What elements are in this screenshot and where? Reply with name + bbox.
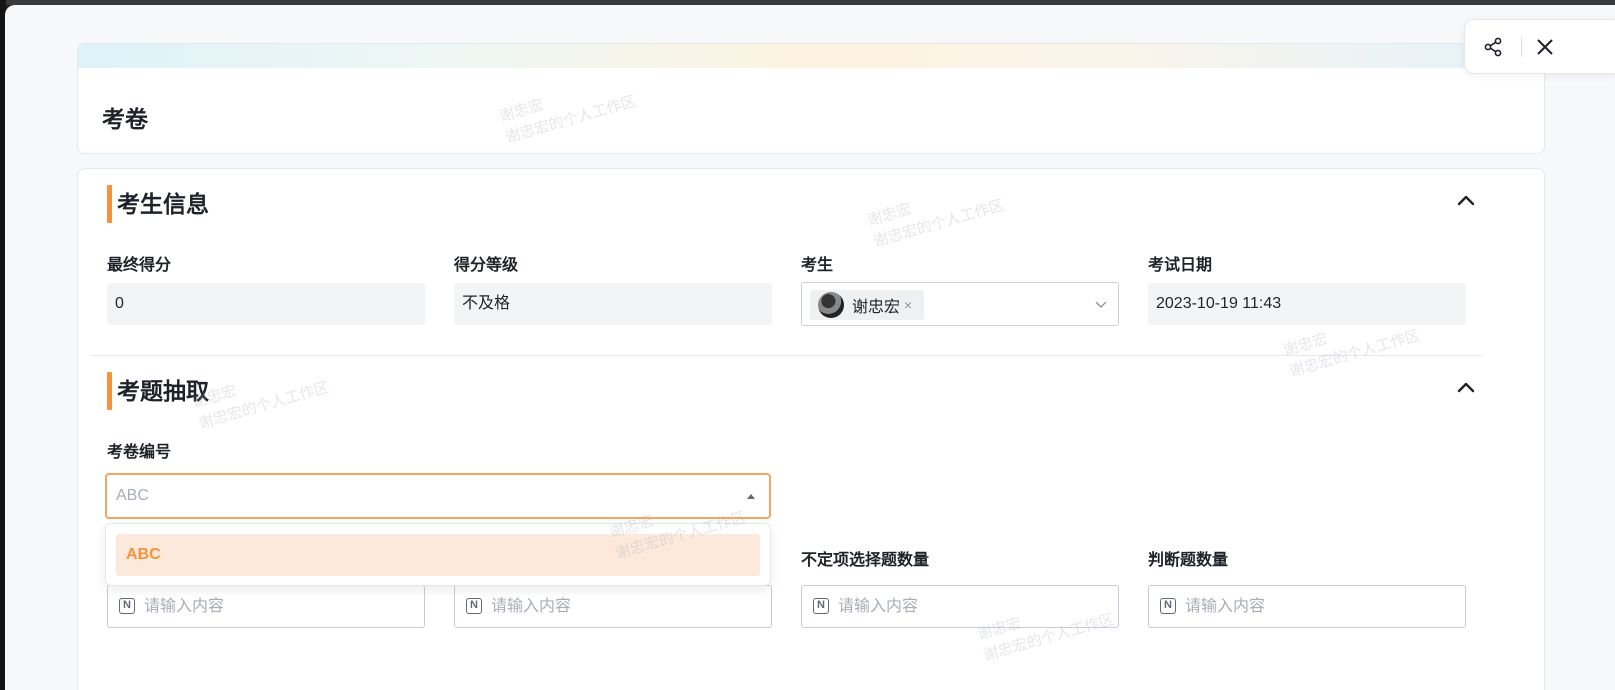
drawer-panel: 考卷 考生信息 最终得分 0 得分等级 不及格 考生 谢忠宏 × 考试日期 20… [5,5,1615,690]
number-icon: N [1160,598,1176,614]
exam-date-label: 考试日期 [1148,257,1213,274]
section-title-question-draw: 考题抽取 [107,372,209,410]
grade-label: 得分等级 [454,257,519,274]
final-score-label: 最终得分 [107,257,172,274]
header-gradient-strip [78,44,1544,68]
share-icon[interactable] [1481,35,1505,59]
input-placeholder: 请输入内容 [1185,598,1266,615]
chevron-up-icon[interactable] [1454,189,1478,213]
header-card: 考卷 [77,43,1545,154]
chevron-up-icon[interactable] [1454,376,1478,400]
caret-up-icon[interactable] [747,494,755,499]
examinee-chip: 谢忠宏 × [810,290,925,320]
close-icon[interactable] [1533,35,1557,59]
remove-chip-icon[interactable]: × [904,297,912,313]
grade-field: 不及格 [454,283,772,325]
paper-no-dropdown: ABC [105,523,771,586]
section-title-candidate: 考生信息 [107,185,209,223]
section-divider [92,355,1482,356]
number-icon: N [119,598,135,614]
input-placeholder: 请输入内容 [491,598,572,615]
toolbar-separator [1521,37,1522,57]
examinee-name: 谢忠宏 [852,299,901,316]
number-icon: N [466,598,482,614]
count-input-1[interactable]: N 请输入内容 [107,585,425,628]
page-title: 考卷 [102,106,148,132]
final-score-field: 0 [107,283,425,325]
input-placeholder: 请输入内容 [144,598,225,615]
indeterminate-count-label: 不定项选择题数量 [801,552,930,569]
avatar [818,292,844,318]
indeterminate-count-input[interactable]: N 请输入内容 [801,585,1119,628]
true-false-count-label: 判断题数量 [1148,552,1229,569]
dropdown-option[interactable]: ABC [116,534,760,576]
true-false-count-input[interactable]: N 请输入内容 [1148,585,1466,628]
examinee-select[interactable]: 谢忠宏 × [801,282,1119,326]
number-icon: N [813,598,829,614]
chevron-down-icon[interactable] [1092,295,1110,313]
paper-no-placeholder: ABC [116,487,149,504]
paper-no-label: 考卷编号 [107,444,172,461]
examinee-label: 考生 [801,257,834,274]
exam-date-field: 2023-10-19 11:43 [1148,283,1466,325]
input-placeholder: 请输入内容 [838,598,919,615]
floating-action-bar [1464,19,1615,74]
count-input-2[interactable]: N 请输入内容 [454,585,772,628]
paper-no-select[interactable]: ABC [105,473,771,519]
